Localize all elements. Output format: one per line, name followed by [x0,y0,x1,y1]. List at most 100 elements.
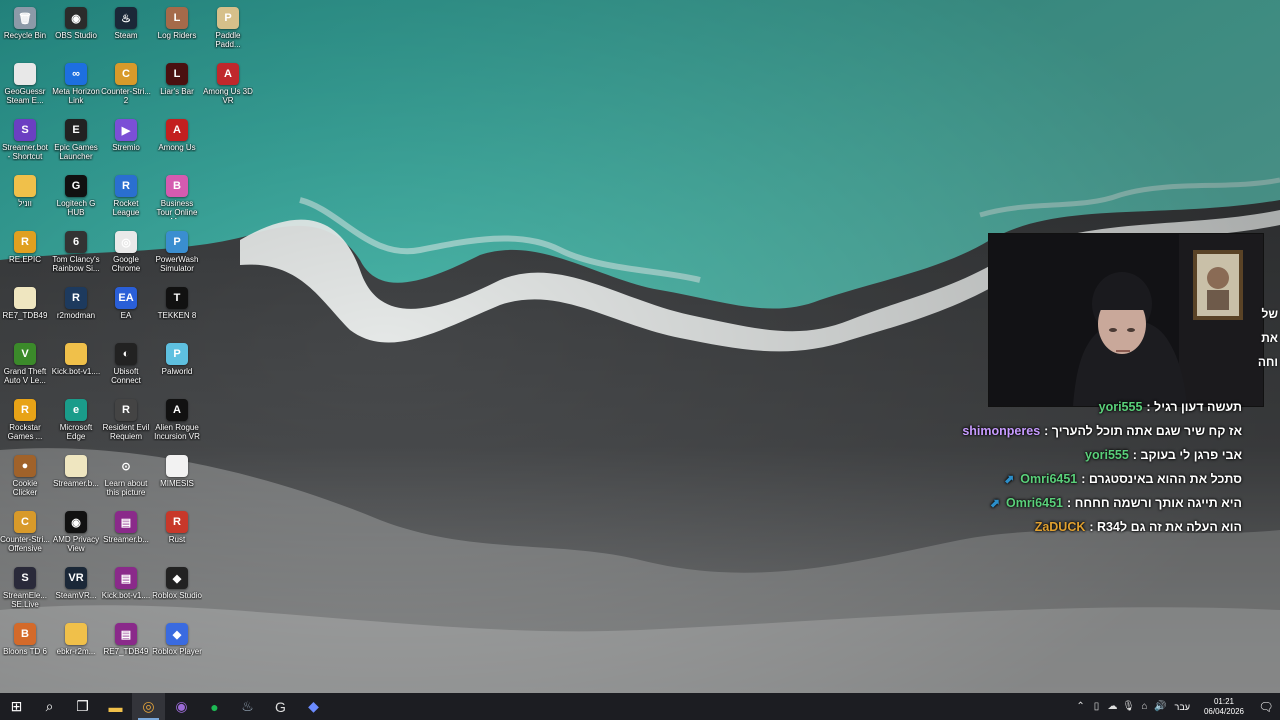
spotify-taskbar-button[interactable]: ● [198,693,231,720]
streamerbot-taskbar-button[interactable]: ◆ [297,693,330,720]
desktop-icon[interactable]: S StreamEle... SE.Live [0,563,50,617]
desktop-icon[interactable]: ● Cookie Clicker [0,451,50,505]
tekken-icon: T [166,287,188,309]
desktop-icon[interactable]: EA EA [101,283,151,337]
desktop-icon[interactable]: ◆ Roblox Studio [152,563,202,617]
desktop-icon[interactable]: ◉ AMD Privacy View [51,507,101,561]
desktop-icon[interactable]: L Log Riders [152,3,202,57]
webcam-overlay [988,233,1264,407]
desktop-icon[interactable]: ♨ Steam [101,3,151,57]
desktop-icon[interactable]: A Alien Rogue Incursion VR [152,395,202,449]
amd-icon: ◉ [65,511,87,533]
notifications-icon[interactable]: 🗨 [1252,700,1280,714]
desktop-icon-label: MIMESIS [160,479,194,488]
desktop-icon[interactable]: BBusiness Tour Online M... [152,171,202,225]
desktop-icon-label: GeoGuessr Steam E... [4,87,46,105]
desktop-icon-label: Rust [168,535,186,544]
desktop-icon[interactable]: R RE.EPIC [0,227,50,281]
desktop-icon[interactable]: ◆ Roblox Player [152,619,202,673]
desktop-icon[interactable]: Streamer.b... [51,451,101,505]
task-view-button[interactable]: ❐ [66,693,99,720]
desktop-icon[interactable]: ▤ Streamer.b... [101,507,151,561]
desktop-icon[interactable]: P Palworld [152,339,202,393]
desktop-icon[interactable]: R Rockstar Games ... [0,395,50,449]
desktop-icon[interactable]: MIMESIS [152,451,202,505]
desktop-icon[interactable]: R Resident Evil Requiem [101,395,151,449]
onedrive-icon[interactable]: ☁ [1105,701,1121,712]
chat-username: yori555 [1085,448,1129,462]
input-language[interactable]: עבר [1175,702,1190,712]
desktop-icon-label: Among Us 3D VR [203,87,253,105]
meta-icon: ∞ [65,63,87,85]
clock[interactable]: 01:21 06/04/2026 [1204,697,1244,717]
search-icon: ⌕ [45,698,54,714]
desktop-icon[interactable]: ebkr-r2m... [51,619,101,673]
desktop-icon[interactable]: S Streamer.bot - Shortcut [0,115,50,169]
desktop-icon[interactable]: C Counter-Stri... 2 [101,59,151,113]
desktop-icon[interactable]: Rr2modman [51,283,101,337]
taskbar-apps: ⊞ ⌕ ❐ ▬ ◎ ◉ ● ♨ G ◆ [0,693,330,720]
show-hidden-icons-icon[interactable]: ⌃ [1073,701,1089,712]
speaker-icon[interactable]: 🔊 [1153,701,1169,712]
desktop-icon-label: Meta Horizon Link [52,87,100,105]
desktop-icon[interactable]: B Bloons TD 6 [0,619,50,673]
desktop-icon[interactable]: P Paddle Padd... [203,3,253,57]
desktop-icon[interactable]: ◐ Ubisoft Connect [101,339,151,393]
desktop-icon[interactable]: RE7_TDB49 [0,283,50,337]
epic-icon: E [65,119,87,141]
desktop-icon[interactable]: V Grand Theft Auto V Le... [0,339,50,393]
desktop-icon-label: Roblox Studio [152,591,202,600]
desktop-icon[interactable]: VR SteamVR... [51,563,101,617]
search-button[interactable]: ⌕ [33,693,66,720]
desktop-icon[interactable]: ⊙ Learn about this picture [101,451,151,505]
desktop-icon[interactable]: L Liar's Bar [152,59,202,113]
desktop-icon-label: Palworld [161,367,193,376]
desktop-icon[interactable]: R Rust [152,507,202,561]
microphone-icon[interactable]: 🎙 [1121,701,1137,712]
desktop-icon[interactable]: ∞ Meta Horizon Link [51,59,101,113]
desktop-icon[interactable]: ◎ Google Chrome [101,227,151,281]
desktop-icon[interactable]: C Counter-Stri... Offensive [0,507,50,561]
desktop-icon[interactable]: T TEKKEN 8 [152,283,202,337]
chrome-taskbar-button[interactable]: ◎ [132,693,165,720]
desktop-icon[interactable]: GeoGuessr Steam E... [0,59,50,113]
desktop-icon[interactable]: ▤ RE7_TDB49 [101,619,151,673]
desktop-icon[interactable]: ◉ OBS Studio [51,3,101,57]
desktop-icon-label: Logitech G HUB [56,199,96,217]
logitech-taskbar-button[interactable]: G [264,693,297,720]
desktop-icon[interactable]: A Among Us [152,115,202,169]
desktop-icon[interactable]: G Logitech G HUB [51,171,101,225]
desktop-icon-label: Log Riders [157,31,197,40]
file-icon [166,455,188,477]
desktop-icon-label: Business Tour Online M... [156,199,198,219]
folder-icon [65,623,87,645]
desktop-icon[interactable]: Kick.bot-v1.... [51,339,101,393]
desktop-icon[interactable]: e Microsoft Edge [51,395,101,449]
obs-icon: ◉ [65,7,87,29]
desktop-icon-label: Epic Games Launcher [54,143,98,161]
start-button[interactable]: ⊞ [0,693,33,720]
log-riders-icon: L [166,7,188,29]
desktop-icon[interactable]: ווניל [0,171,50,225]
desktop-icon[interactable]: A Among Us 3D VR [203,59,253,113]
device-icon[interactable]: ▯ [1089,701,1105,712]
desktop-icon[interactable]: R Rocket League [101,171,151,225]
steam-taskbar-icon: ♨ [241,698,254,714]
desktop-icon-label: Counter-Stri... Offensive [0,535,50,553]
desktop-icon[interactable]: P PowerWash Simulator [152,227,202,281]
kick-badge-icon: ⬈ [1004,472,1015,486]
desktop-icon[interactable]: ▤ Kick.bot-v1.... [101,563,151,617]
file-explorer-button[interactable]: ▬ [99,693,132,720]
chat-text: : R34הוא העלה את זה גם ל [1089,520,1242,534]
desktop-icon[interactable]: E Epic Games Launcher [51,115,101,169]
alien-icon: A [166,399,188,421]
chat-text: : אבי פרגן לי בעוקב [1132,448,1242,462]
desktop-icon[interactable]: 🗑 Recycle Bin [0,3,50,57]
obs-taskbar-button[interactable]: ◉ [165,693,198,720]
steam-taskbar-button[interactable]: ♨ [231,693,264,720]
desktop-icon[interactable]: 6 Tom Clancy's Rainbow Si... [51,227,101,281]
desktop-icon-label: RE.EPIC [8,255,41,264]
network-icon[interactable]: ⌂ [1137,701,1153,712]
desktop-icon[interactable]: ▶ Stremio [101,115,151,169]
desktop-icon-label: Resident Evil Requiem [102,423,150,441]
